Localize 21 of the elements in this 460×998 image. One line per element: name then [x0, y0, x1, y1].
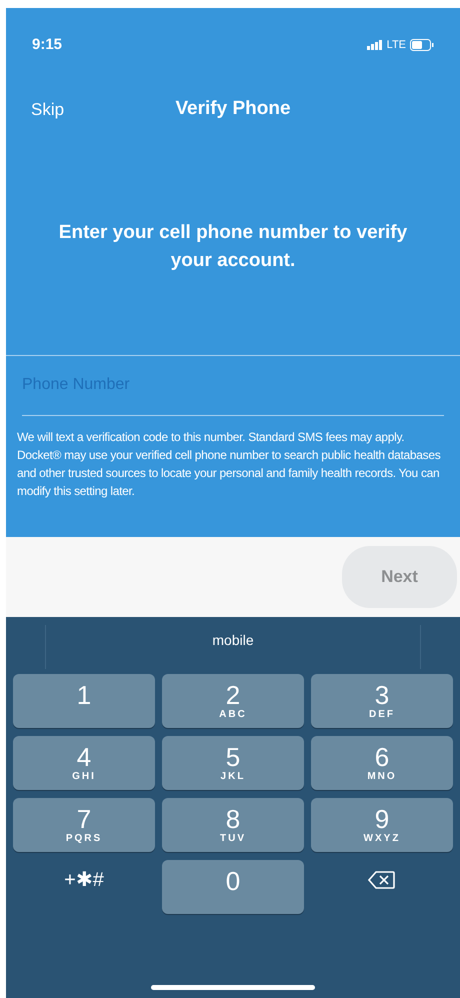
keypad-key[interactable]: 3 DEF	[311, 674, 453, 728]
keypad-key[interactable]: 4 GHI	[13, 736, 155, 790]
keypad-key[interactable]: 6 MNO	[311, 736, 453, 790]
keypad-key[interactable]: 5 JKL	[162, 736, 304, 790]
signal-icon	[366, 40, 383, 50]
screen-title: Verify Phone	[175, 97, 291, 122]
symbols-key[interactable]: +✱#	[13, 860, 155, 914]
keypad-key[interactable]: 1	[13, 674, 155, 728]
skip-button[interactable]: Skip	[31, 96, 64, 122]
keypad-key[interactable]: 2 ABC	[162, 674, 304, 728]
keypad-key[interactable]: 0	[162, 860, 304, 914]
backspace-icon	[368, 870, 396, 890]
keypad-key[interactable]: 8 TUV	[162, 798, 304, 852]
keypad-key[interactable]: 9 WXYZ	[311, 798, 453, 852]
headline-text: Enter your cell phone number to verify your account.	[58, 220, 408, 272]
suggestion-text[interactable]: mobile	[212, 630, 254, 650]
battery-icon	[410, 39, 434, 52]
keypad-key[interactable]: 7 PQRS	[13, 798, 155, 852]
disclaimer-text: We will text a verification code to this number. Standard SMS fees may apply. Docket® may use your verified cell phone number to search public health databases and other trusted sources to locate your personal and family health records. You can modify this setting later.	[16, 428, 442, 500]
network-label: LTE	[386, 38, 406, 53]
status-time: 9:15	[32, 35, 62, 55]
